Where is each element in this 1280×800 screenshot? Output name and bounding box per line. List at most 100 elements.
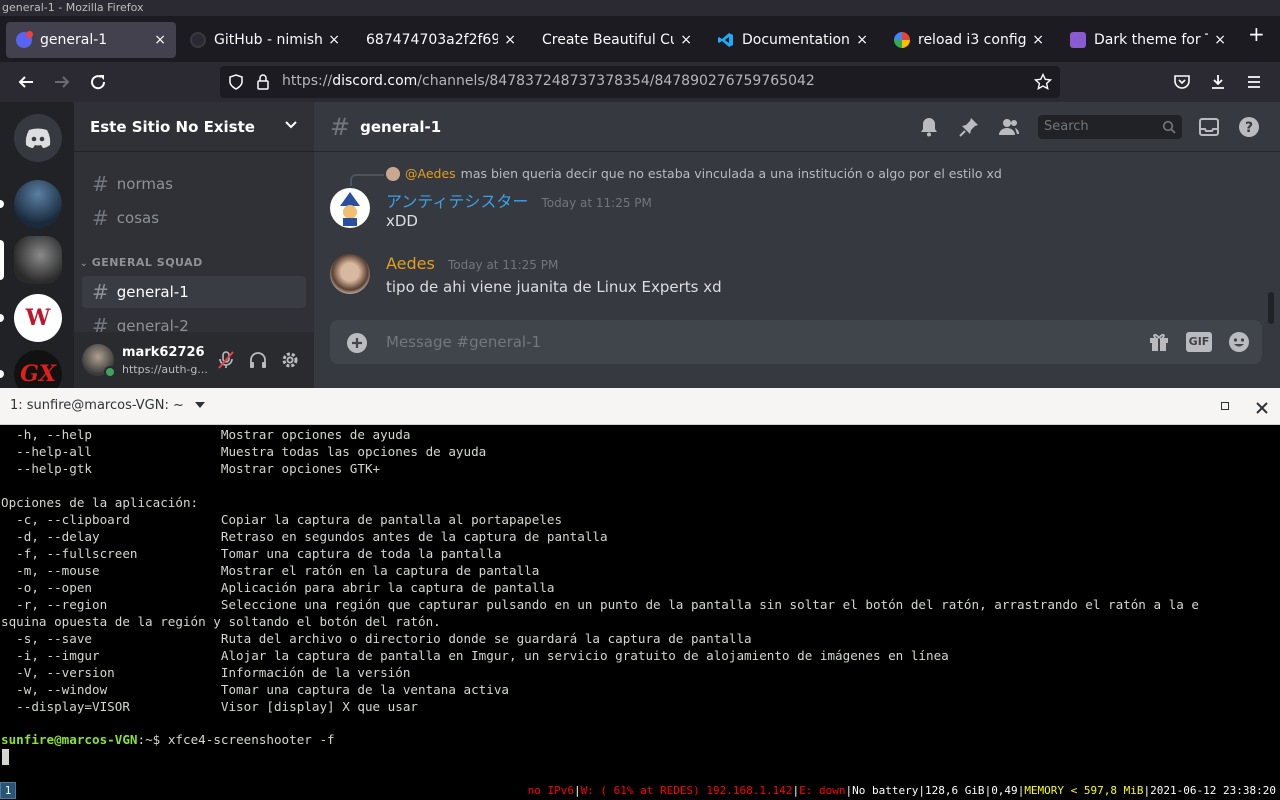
- nav-bar: https://discord.com/channels/84783724873…: [0, 62, 1280, 102]
- close-tab-icon[interactable]: ×: [504, 32, 516, 48]
- pocket-icon[interactable]: [1170, 70, 1194, 94]
- add-attachment-icon[interactable]: [346, 332, 368, 358]
- pin-icon[interactable]: [958, 116, 980, 138]
- tab-general-1[interactable]: general-1 ×: [6, 22, 176, 58]
- tab-title: reload i3 config - I: [918, 32, 1027, 48]
- firefox-window: general-1 - Mozilla Firefox general-1 × …: [0, 0, 1280, 388]
- status-memory: MEMORY < 597,8 MiB: [1024, 784, 1144, 797]
- close-tab-icon[interactable]: ×: [328, 32, 340, 48]
- mute-mic-icon[interactable]: [216, 350, 236, 374]
- tab-reload-i3[interactable]: reload i3 config - I ×: [884, 22, 1054, 58]
- terminal-output[interactable]: -h, --help Mostrar opciones de ayuda --h…: [0, 425, 1280, 781]
- close-tab-icon[interactable]: ×: [1032, 32, 1044, 48]
- forward-icon[interactable]: [50, 70, 74, 94]
- headphones-icon[interactable]: [248, 350, 268, 374]
- members-icon[interactable]: [998, 116, 1020, 138]
- tab-dark-theme[interactable]: Dark theme for Ti ×: [1060, 22, 1236, 58]
- reply-text: mas bien queria decir que no estaba vinc…: [460, 166, 1002, 181]
- hash-icon: #: [92, 280, 109, 304]
- reload-icon[interactable]: [86, 70, 110, 94]
- tab-title: Documentation fo: [742, 32, 850, 48]
- tab-documentation[interactable]: Documentation fo ×: [708, 22, 878, 58]
- close-tab-icon[interactable]: ×: [1214, 32, 1226, 48]
- channel-general-1[interactable]: # general-1: [82, 276, 306, 308]
- tab-github[interactable]: GitHub - nimishgo ×: [180, 22, 350, 58]
- url-text[interactable]: https://discord.com/channels/84783724873…: [282, 73, 815, 89]
- gif-button[interactable]: GIF: [1186, 332, 1212, 352]
- bookmark-star-icon[interactable]: [1033, 72, 1053, 95]
- url-domain: discord.com: [332, 73, 418, 89]
- i3-status-bar: 1 no IPv6|W: ( 61% at REDES) 192.168.1.1…: [0, 781, 1280, 800]
- terminal-title[interactable]: 1: sunfire@marcos-VGN: ~: [10, 398, 206, 413]
- url-bar[interactable]: https://discord.com/channels/84783724873…: [220, 66, 1060, 98]
- server-icon-gx[interactable]: GX: [14, 350, 62, 388]
- new-tab-button[interactable]: +: [1248, 22, 1265, 46]
- avatar[interactable]: [330, 254, 370, 294]
- message-author[interactable]: Aedes: [386, 254, 435, 273]
- unread-pill: [0, 200, 4, 208]
- downloads-icon[interactable]: [1206, 70, 1230, 94]
- prompt-user: sunfire@marcos-VGN: [1, 732, 138, 747]
- avatar[interactable]: [82, 344, 116, 378]
- gift-icon[interactable]: [1148, 331, 1170, 357]
- discord-home-icon[interactable]: [14, 114, 62, 162]
- chevron-down-icon[interactable]: [284, 118, 298, 136]
- chat-scrollbar[interactable]: [1268, 292, 1274, 324]
- tab-image[interactable]: 687474703a2f2f692e ×: [356, 22, 526, 58]
- status-blocks: no IPv6|W: ( 61% at REDES) 192.168.1.142…: [527, 784, 1276, 797]
- message-input[interactable]: Message #general-1: [386, 333, 541, 351]
- tab-create-beautiful[interactable]: Create Beautiful Cust ×: [532, 22, 702, 58]
- reply-mention[interactable]: @Aedes: [405, 166, 456, 181]
- message-composer: Message #general-1 GIF: [330, 320, 1262, 364]
- gear-icon[interactable]: [280, 350, 300, 374]
- shield-icon[interactable]: [228, 74, 244, 94]
- workspace-button[interactable]: 1: [0, 782, 16, 799]
- terminal-line: -i, --imgur Alojar la captura de pantall…: [1, 648, 949, 663]
- discord-app: W GX Este Sitio No Existe # normas # cosas…: [0, 102, 1280, 388]
- hash-icon: #: [330, 112, 351, 141]
- server-icon-este-sitio[interactable]: [14, 236, 62, 284]
- maximize-icon[interactable]: [1221, 402, 1229, 410]
- lock-icon[interactable]: [256, 74, 270, 94]
- close-tab-icon[interactable]: ×: [680, 32, 692, 48]
- dropdown-arrow-icon[interactable]: [194, 398, 206, 413]
- help-icon[interactable]: ?: [1238, 116, 1260, 138]
- online-status-icon: [104, 366, 116, 378]
- bell-icon[interactable]: [918, 116, 940, 138]
- reply-preview[interactable]: @Aedes mas bien queria decir que no esta…: [386, 166, 1002, 181]
- close-icon[interactable]: [1256, 399, 1268, 418]
- channel-title: general-1: [360, 117, 442, 136]
- url-prefix: https://: [282, 73, 333, 89]
- close-tab-icon[interactable]: ×: [154, 32, 166, 48]
- terminal-titlebar: 1: sunfire@marcos-VGN: ~: [0, 388, 1280, 425]
- menu-icon[interactable]: [1242, 70, 1266, 94]
- channel-cosas[interactable]: # cosas: [82, 202, 306, 234]
- server-name: Este Sitio No Existe: [90, 117, 255, 136]
- search-input[interactable]: Search: [1038, 115, 1182, 139]
- terminal-line: Opciones de la aplicación:: [1, 495, 199, 510]
- channel-sidebar: Este Sitio No Existe # normas # cosas ⌄ GE…: [74, 102, 314, 388]
- server-icon-anime[interactable]: [14, 180, 62, 228]
- google-favicon-icon: [894, 32, 910, 48]
- server-header[interactable]: Este Sitio No Existe: [74, 102, 314, 152]
- dark-theme-favicon-icon: [1070, 32, 1086, 48]
- terminal-line: -V, --version Información de la versión: [1, 665, 411, 680]
- username: mark62726: [122, 345, 205, 360]
- reply-avatar: [386, 166, 400, 181]
- inbox-icon[interactable]: [1198, 116, 1220, 138]
- message-timestamp: Today at 11:25 PM: [541, 196, 652, 210]
- message-author[interactable]: アンティテシスター: [386, 192, 528, 211]
- discord-favicon-icon: [16, 31, 33, 48]
- prompt-path: :~: [137, 732, 153, 747]
- terminal-line: --help-all Muestra todas las opciones de…: [1, 444, 487, 459]
- avatar[interactable]: [330, 188, 370, 228]
- close-tab-icon[interactable]: ×: [856, 32, 868, 48]
- user-panel: mark62726 https://auth-g...: [74, 332, 314, 388]
- category-general-squad[interactable]: ⌄ GENERAL SQUAD: [80, 256, 203, 269]
- emoji-icon[interactable]: [1228, 331, 1250, 357]
- channel-normas[interactable]: # normas: [82, 168, 306, 200]
- server-icon-w[interactable]: W: [14, 294, 62, 342]
- terminal-line: -m, --mouse Mostrar el ratón en la captu…: [1, 563, 540, 578]
- back-icon[interactable]: [14, 70, 38, 94]
- command-text: xfce4-screenshooter -f: [167, 732, 335, 747]
